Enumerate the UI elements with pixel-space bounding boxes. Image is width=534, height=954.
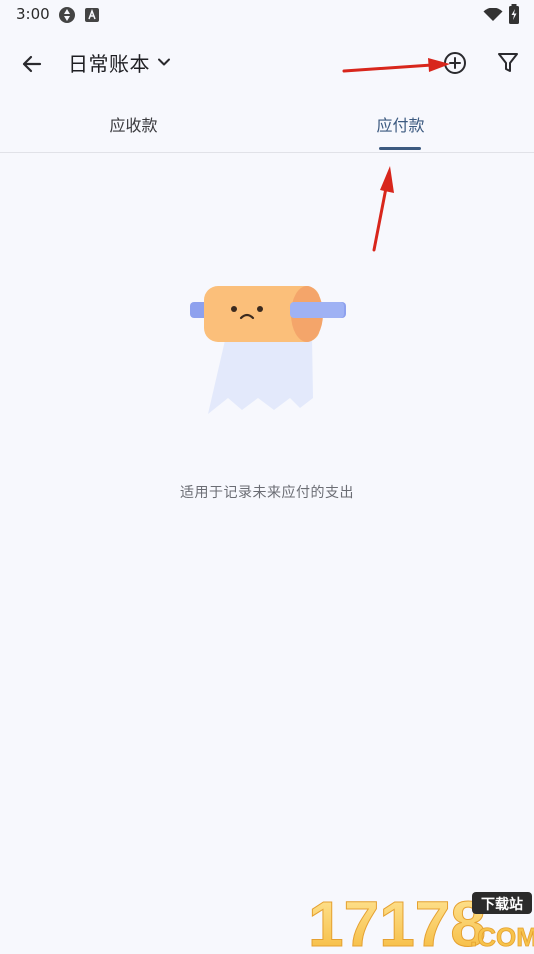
empty-paper-roll-icon — [186, 280, 350, 420]
page-title: 日常账本 — [68, 51, 150, 76]
battery-charging-icon — [508, 4, 520, 28]
back-button[interactable] — [16, 48, 48, 80]
empty-state-text: 适用于记录未来应付的支出 — [180, 485, 354, 501]
arrow-back-icon — [22, 55, 42, 73]
filter-icon — [498, 53, 518, 72]
status-time: 3:00 — [16, 5, 50, 23]
status-bar: 3:00 — [0, 0, 534, 28]
annotation-arrow-add — [342, 58, 450, 73]
tab-receivables[interactable]: 应收款 — [0, 96, 267, 152]
svg-text:.COM: .COM — [470, 922, 534, 950]
watermark-logo: 17178 下载站 .COM — [308, 886, 534, 954]
tab-indicator — [379, 147, 421, 150]
tab-bar: 应收款 应付款 — [0, 96, 534, 153]
chevron-down-icon — [158, 58, 170, 66]
wifi-icon — [483, 7, 503, 26]
ledger-selector[interactable]: 日常账本 — [68, 46, 172, 78]
tab-payables[interactable]: 应付款 — [267, 96, 534, 152]
svg-text:17178: 17178 — [308, 888, 486, 950]
filter-button[interactable] — [494, 48, 522, 78]
annotation-arrow-tab — [372, 166, 394, 252]
a-badge-icon — [85, 7, 99, 26]
svg-text:下载站: 下载站 — [481, 896, 523, 913]
sync-icon — [58, 6, 76, 28]
